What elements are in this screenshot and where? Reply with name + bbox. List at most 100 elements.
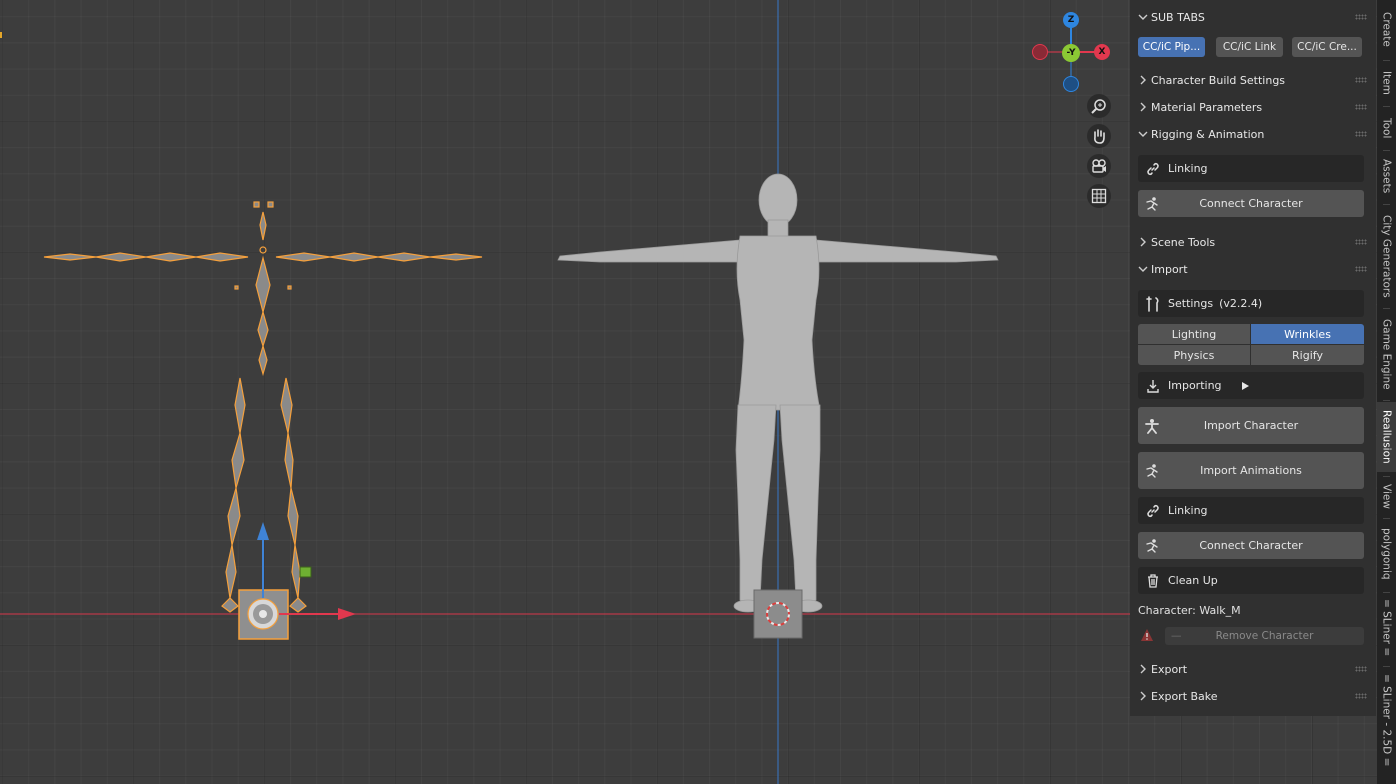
import-animations-button[interactable]: Import Animations — [1138, 452, 1364, 489]
drag-grip-icon[interactable] — [1355, 239, 1367, 245]
drag-grip-icon[interactable] — [1355, 266, 1367, 272]
import-settings-row[interactable]: Settings (v2.2.4) — [1138, 290, 1364, 317]
panel-title: Import — [1151, 262, 1188, 276]
toggle-label: Lighting — [1171, 327, 1217, 341]
side-tab-city-generators[interactable]: City Generators — [1377, 208, 1396, 304]
side-tab-tool[interactable]: Tool — [1377, 110, 1396, 146]
gizmo-z-label: Z — [1067, 15, 1075, 25]
running-figure-icon — [1146, 196, 1158, 211]
import-connect-character-button[interactable]: Connect Character — [1138, 532, 1364, 559]
panel-scene-tools[interactable]: Scene Tools — [1137, 231, 1367, 253]
subtab-label: CC/iC Link — [1222, 41, 1277, 53]
gizmo-x-axis[interactable]: X — [1094, 44, 1110, 60]
panel-character-build-settings[interactable]: Character Build Settings — [1137, 69, 1367, 91]
pan-button[interactable] — [1087, 124, 1111, 148]
ortho-toggle-button[interactable] — [1087, 184, 1111, 208]
character-name-label: Character: Walk_M — [1138, 604, 1241, 617]
subtab-label: CC/iC Cre... — [1297, 41, 1357, 53]
gizmo-y-axis[interactable]: -Y — [1062, 44, 1080, 62]
gizmo-neg-z-axis[interactable] — [1063, 76, 1079, 92]
button-label: Remove Character — [1215, 630, 1314, 642]
side-tab-polygoniq[interactable]: polygoniq — [1377, 522, 1396, 586]
drag-grip-icon[interactable] — [1355, 77, 1367, 83]
chevron-down-icon — [1138, 14, 1148, 20]
panel-title: Export Bake — [1151, 689, 1218, 703]
panel-rigging-animation[interactable]: Rigging & Animation — [1137, 123, 1367, 145]
rigging-connect-character-button[interactable]: Connect Character — [1138, 190, 1364, 217]
side-tab-assets[interactable]: Assets — [1377, 154, 1396, 198]
panel-material-parameters[interactable]: Material Parameters — [1137, 96, 1367, 118]
camera-icon — [1092, 159, 1106, 173]
side-tab-view[interactable]: View — [1377, 478, 1396, 514]
toggle-lighting[interactable]: Lighting — [1138, 324, 1250, 344]
importing-subpanel-header[interactable]: Importing — [1138, 372, 1364, 399]
chevron-right-icon — [1140, 75, 1146, 85]
panel-import[interactable]: Import — [1137, 258, 1367, 280]
settings-label: Settings — [1168, 297, 1214, 310]
gizmo-z-axis[interactable]: Z — [1063, 12, 1079, 28]
trash-icon — [1148, 573, 1158, 588]
panel-sub-tabs-header[interactable]: SUB TABS — [1137, 6, 1367, 28]
drag-grip-icon[interactable] — [1355, 131, 1367, 137]
drag-grip-icon[interactable] — [1355, 104, 1367, 110]
import-character-button[interactable]: Import Character — [1138, 407, 1364, 444]
panel-title: Character Build Settings — [1151, 73, 1286, 87]
gizmo-x-label: X — [1098, 47, 1106, 57]
panel-title: Material Parameters — [1151, 100, 1263, 114]
sidebar-tab-strip: Create Item Tool Assets City Generators … — [1377, 0, 1396, 784]
side-tab-create[interactable]: Create — [1377, 4, 1396, 54]
character-origin — [753, 589, 803, 639]
linking-label: Linking — [1168, 162, 1208, 175]
panel-export[interactable]: Export — [1137, 658, 1367, 680]
subtab-cc-pipeline[interactable]: CC/iC Pip... — [1138, 37, 1205, 57]
panel-export-bake[interactable]: Export Bake — [1137, 685, 1367, 707]
running-figure-icon — [1146, 538, 1158, 553]
warning-icon — [1141, 629, 1153, 641]
button-label: Connect Character — [1199, 197, 1303, 210]
remove-character-button[interactable]: — Remove Character — [1165, 627, 1364, 645]
side-tab-sliner-2-5d[interactable]: = SLiner - 2.5D = — [1377, 670, 1396, 770]
import-linking-row[interactable]: Linking — [1138, 497, 1364, 524]
button-label: Connect Character — [1199, 539, 1303, 552]
subtab-cc-link[interactable]: CC/iC Link — [1216, 37, 1283, 57]
link-icon — [1147, 504, 1159, 517]
chevron-right-icon — [1140, 664, 1146, 674]
side-tab-reallusion[interactable]: Reallusion — [1377, 402, 1396, 472]
panel-title: Scene Tools — [1151, 235, 1216, 249]
camera-view-button[interactable] — [1087, 154, 1111, 178]
side-tab-game-engine[interactable]: Game Engine — [1377, 312, 1396, 396]
chevron-right-icon — [1140, 691, 1146, 701]
drag-grip-icon[interactable] — [1355, 693, 1367, 699]
toggle-rigify[interactable]: Rigify — [1251, 345, 1364, 365]
link-icon — [1147, 162, 1159, 175]
grid-icon — [1091, 188, 1107, 204]
hand-icon — [1094, 129, 1105, 144]
clean-up-label: Clean Up — [1168, 574, 1218, 587]
chevron-right-icon — [1140, 237, 1146, 247]
gizmo-neg-x-axis[interactable] — [1032, 44, 1048, 60]
clean-up-row[interactable]: Clean Up — [1138, 567, 1364, 594]
chevron-right-icon — [1140, 102, 1146, 112]
side-tab-sliner[interactable]: = SLiner = — [1377, 596, 1396, 660]
toggle-physics[interactable]: Physics — [1138, 345, 1250, 365]
button-label: Import Character — [1203, 419, 1299, 432]
settings-version: (v2.2.4) — [1219, 297, 1263, 310]
toggle-label: Physics — [1173, 348, 1215, 362]
linking-label: Linking — [1168, 504, 1208, 517]
download-icon — [1147, 379, 1159, 393]
play-triangle-icon — [1241, 381, 1249, 390]
zoom-button[interactable] — [1087, 94, 1111, 118]
side-tab-item[interactable]: Item — [1377, 64, 1396, 102]
panel-title: Export — [1151, 662, 1188, 676]
running-figure-icon — [1146, 463, 1158, 478]
minus-icon: — — [1171, 630, 1182, 642]
drag-grip-icon[interactable] — [1355, 666, 1367, 672]
rigging-linking-row[interactable]: Linking — [1138, 155, 1364, 182]
tools-icon — [1146, 295, 1159, 312]
gizmo-y-label: -Y — [1066, 48, 1076, 58]
zoom-icon — [1091, 99, 1106, 114]
toggle-wrinkles[interactable]: Wrinkles — [1251, 324, 1364, 344]
drag-grip-icon[interactable] — [1355, 14, 1367, 20]
subtab-cc-create[interactable]: CC/iC Cre... — [1292, 37, 1362, 57]
panel-title: Rigging & Animation — [1151, 127, 1265, 141]
